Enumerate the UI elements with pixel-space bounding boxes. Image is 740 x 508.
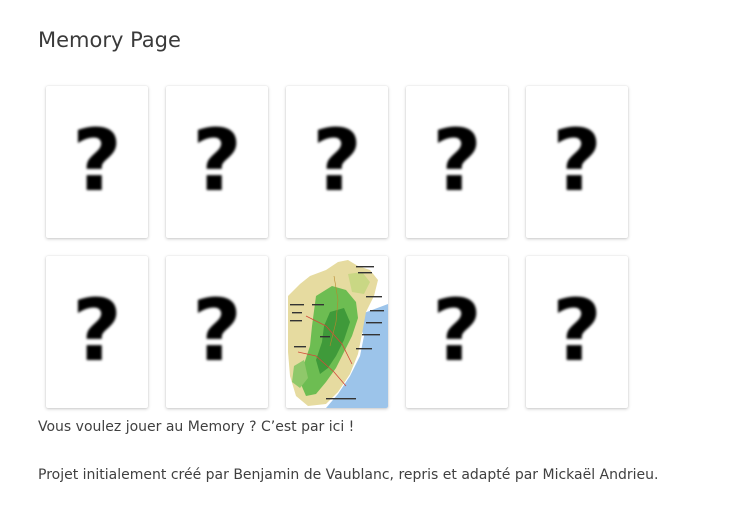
- card-back: ?: [166, 256, 268, 408]
- card-back: ?: [406, 256, 508, 408]
- card-back: ?: [526, 86, 628, 238]
- question-mark-icon: ?: [192, 281, 242, 381]
- intro-text: Vous voulez jouer au Memory ? C’est par …: [38, 419, 355, 435]
- memory-board: ? ? ? ? ? ? ? ? ?: [46, 86, 646, 408]
- card-back: ?: [46, 86, 148, 238]
- question-mark-icon: ?: [552, 111, 602, 211]
- memory-card[interactable]: ?: [406, 256, 508, 408]
- memory-card[interactable]: ?: [46, 256, 148, 408]
- card-back: ?: [46, 256, 148, 408]
- question-mark-icon: ?: [552, 281, 602, 381]
- credits-text: Projet initialement créé par Benjamin de…: [38, 467, 659, 483]
- map-image: [286, 256, 388, 408]
- card-back: ?: [406, 86, 508, 238]
- question-mark-icon: ?: [312, 111, 362, 211]
- question-mark-icon: ?: [192, 111, 242, 211]
- card-back: ?: [526, 256, 628, 408]
- question-mark-icon: ?: [432, 281, 482, 381]
- memory-card[interactable]: ?: [526, 256, 628, 408]
- map-illustration: [286, 256, 388, 408]
- memory-card[interactable]: ?: [166, 256, 268, 408]
- question-mark-icon: ?: [72, 111, 122, 211]
- question-mark-icon: ?: [432, 111, 482, 211]
- card-back: ?: [166, 86, 268, 238]
- memory-card[interactable]: ?: [46, 86, 148, 238]
- memory-card[interactable]: ?: [286, 86, 388, 238]
- memory-card[interactable]: ?: [526, 86, 628, 238]
- memory-card[interactable]: ?: [166, 86, 268, 238]
- card-back: ?: [286, 86, 388, 238]
- memory-card[interactable]: ?: [406, 86, 508, 238]
- page-title: Memory Page: [38, 28, 181, 52]
- memory-card-revealed[interactable]: [286, 256, 388, 408]
- question-mark-icon: ?: [72, 281, 122, 381]
